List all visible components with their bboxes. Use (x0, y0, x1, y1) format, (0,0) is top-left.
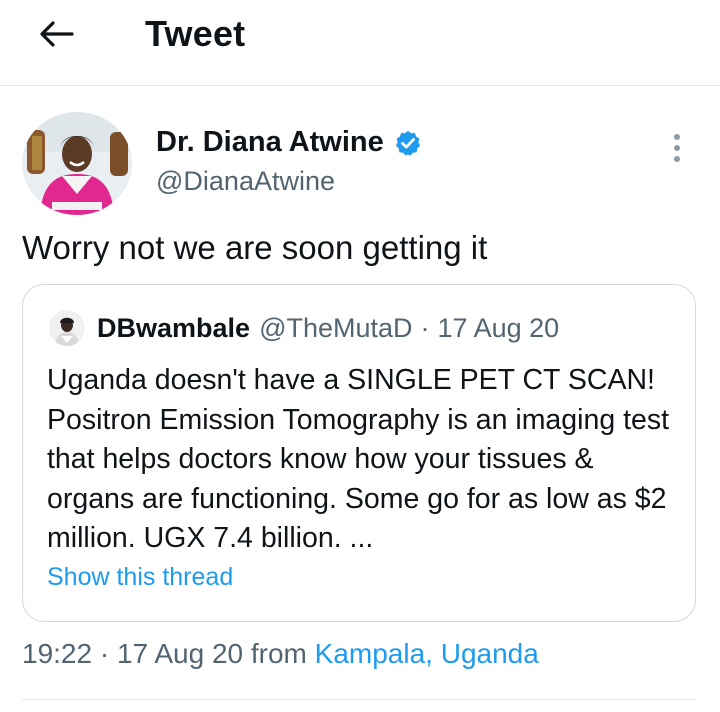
top-bar: Tweet (0, 0, 720, 86)
back-button[interactable] (34, 16, 78, 56)
quoted-tweet-date: 17 Aug 20 (437, 312, 560, 343)
dot-icon (674, 134, 680, 140)
author-handle[interactable]: @DianaAtwine (156, 166, 335, 197)
separator-dot: · (99, 638, 110, 669)
more-options-button[interactable] (662, 128, 692, 168)
quoted-author-avatar[interactable] (49, 310, 85, 346)
tweet-text: Worry not we are soon getting it (22, 229, 488, 266)
author-avatar[interactable] (22, 112, 132, 215)
separator-dot: · (420, 312, 430, 343)
verified-badge-icon (394, 129, 422, 157)
quoted-tweet-text: Uganda doesn't have a SINGLE PET CT SCAN… (47, 364, 670, 554)
page-title: Tweet (145, 13, 246, 54)
author-name[interactable]: Dr. Diana Atwine (156, 126, 384, 159)
quoted-tweet[interactable]: DBwambale @TheMutaD · 17 Aug 20 Uganda d… (22, 284, 696, 622)
location-link[interactable]: Kampala, Uganda (315, 638, 539, 669)
show-thread-link[interactable]: Show this thread (47, 563, 233, 592)
tweet-date: 17 Aug 20 (116, 638, 244, 669)
from-label: from (250, 638, 307, 669)
tweet-time: 19:22 (22, 638, 93, 669)
quoted-tweet-header: DBwambale @TheMutaD · 17 Aug 20 (49, 310, 560, 346)
quoted-author-handle: @TheMutaD (259, 312, 413, 343)
divider (22, 699, 696, 700)
arrow-left-icon (38, 19, 74, 54)
dot-icon (674, 156, 680, 162)
quoted-author-name: DBwambale (97, 312, 251, 343)
dot-icon (674, 145, 680, 151)
tweet-metadata: 19:22 · 17 Aug 20 from Kampala, Uganda (22, 638, 539, 670)
tweet-author: Dr. Diana Atwine @DianaAtwine (22, 112, 702, 215)
